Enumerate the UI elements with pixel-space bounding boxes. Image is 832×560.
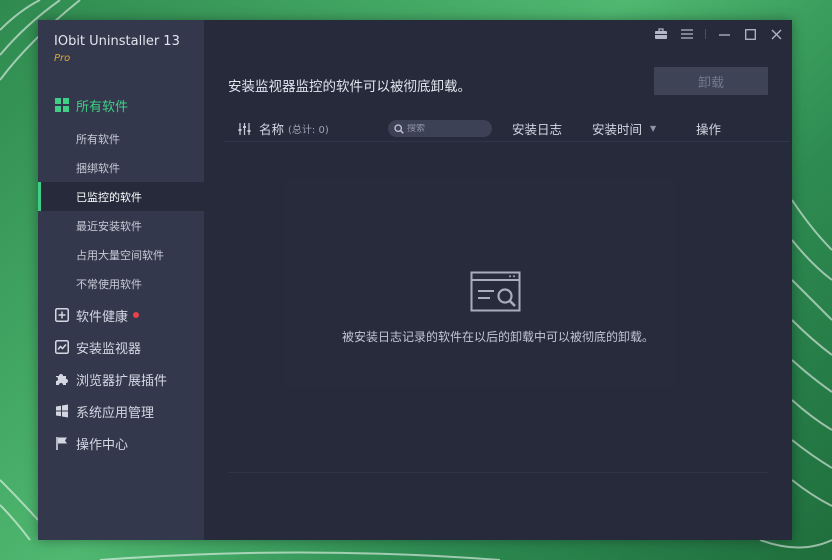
sidebar-sub-label: 所有软件 bbox=[76, 132, 120, 146]
filter-sliders-icon[interactable] bbox=[238, 122, 251, 135]
column-install-log[interactable]: 安装日志 bbox=[512, 119, 592, 138]
empty-state-message: 被安装日志记录的软件在以后的卸载中可以被彻底的卸载。 bbox=[341, 330, 654, 344]
sort-caret-icon: ▼ bbox=[650, 124, 657, 133]
sidebar-sub-label: 不常使用软件 bbox=[76, 277, 142, 291]
menu-icon[interactable] bbox=[679, 26, 695, 42]
controls-divider bbox=[705, 29, 706, 39]
minimize-icon[interactable] bbox=[716, 26, 732, 42]
uninstall-button[interactable]: 卸载 bbox=[654, 67, 768, 95]
sidebar-item-label: 软件健康 bbox=[76, 309, 129, 325]
sidebar-item-label: 所有软件 bbox=[76, 99, 129, 115]
total-count: (总计: 0) bbox=[288, 125, 329, 136]
log-search-icon bbox=[470, 271, 524, 313]
sidebar-item-label: 浏览器扩展插件 bbox=[76, 373, 168, 389]
puzzle-icon bbox=[54, 371, 70, 387]
toolbox-icon[interactable] bbox=[653, 26, 669, 42]
column-name[interactable]: 名称 (总计: 0) bbox=[224, 119, 388, 138]
footer-divider bbox=[228, 472, 768, 473]
sidebar-item-label: 操作中心 bbox=[76, 437, 129, 453]
grid-icon bbox=[54, 97, 70, 113]
sidebar-sub-item-recent[interactable]: 最近安装软件 bbox=[38, 211, 204, 240]
windows-icon bbox=[54, 403, 70, 419]
sidebar-item-action-center[interactable]: 操作中心 bbox=[38, 430, 204, 456]
app-edition: Pro bbox=[54, 53, 71, 64]
column-action: 操作 bbox=[696, 122, 722, 137]
sidebar-sub-item-large[interactable]: 占用大量空间软件 bbox=[38, 240, 204, 269]
sidebar-sub-item-rarely-used[interactable]: 不常使用软件 bbox=[38, 269, 204, 298]
sidebar-item-install-monitor[interactable]: 安装监视器 bbox=[38, 334, 204, 360]
sidebar-item-software-health[interactable]: 软件健康 bbox=[38, 302, 204, 328]
sidebar-sub-item-all[interactable]: 所有软件 bbox=[38, 124, 204, 153]
column-install-time[interactable]: 安装时间 ▼ bbox=[592, 119, 696, 138]
app-title: IObit Uninstaller 13 bbox=[54, 34, 180, 49]
monitor-chart-icon bbox=[54, 339, 70, 355]
window-controls bbox=[653, 26, 784, 42]
sidebar-item-all-software[interactable]: 所有软件 bbox=[38, 92, 204, 118]
sidebar-item-label: 安装监视器 bbox=[76, 341, 142, 357]
sidebar-item-system-apps[interactable]: 系统应用管理 bbox=[38, 398, 204, 424]
sidebar-nav: 所有软件 所有软件 捆绑软件 已监控的软件 最近安装软件 占用大量空间软件 不常… bbox=[38, 92, 204, 462]
close-icon[interactable] bbox=[768, 26, 784, 42]
sidebar-item-label: 系统应用管理 bbox=[76, 405, 155, 421]
health-plus-icon bbox=[54, 307, 70, 323]
column-name-label: 名称 bbox=[259, 122, 285, 137]
sidebar-sub-label: 最近安装软件 bbox=[76, 219, 142, 233]
search-input[interactable] bbox=[407, 123, 483, 134]
sidebar: IObit Uninstaller 13 Pro 所有软件 所有软件 捆绑软件 … bbox=[38, 20, 204, 540]
sidebar-sub-label: 已监控的软件 bbox=[76, 190, 142, 204]
sidebar-item-browser-extensions[interactable]: 浏览器扩展插件 bbox=[38, 366, 204, 392]
table-header: 名称 (总计: 0) 安装日志 安装时间 ▼ 操作 bbox=[224, 116, 790, 142]
search-icon bbox=[394, 123, 404, 134]
maximize-icon[interactable] bbox=[742, 26, 758, 42]
sidebar-sub-item-monitored[interactable]: 已监控的软件 bbox=[38, 182, 204, 211]
sidebar-sub-label: 占用大量空间软件 bbox=[76, 248, 164, 262]
sidebar-sub-label: 捆绑软件 bbox=[76, 161, 120, 175]
sidebar-sub-item-bundled[interactable]: 捆绑软件 bbox=[38, 153, 204, 182]
search-box[interactable] bbox=[388, 120, 492, 137]
column-install-time-label: 安装时间 bbox=[592, 122, 643, 137]
main-panel: 安装监视器监控的软件可以被彻底卸载。 卸载 名称 (总计: 0) 安装日志 安装… bbox=[204, 20, 792, 540]
app-window: IObit Uninstaller 13 Pro 所有软件 所有软件 捆绑软件 … bbox=[38, 20, 792, 540]
flag-icon bbox=[54, 435, 70, 451]
notification-dot bbox=[133, 312, 140, 318]
page-headline: 安装监视器监控的软件可以被彻底卸载。 bbox=[228, 79, 471, 95]
